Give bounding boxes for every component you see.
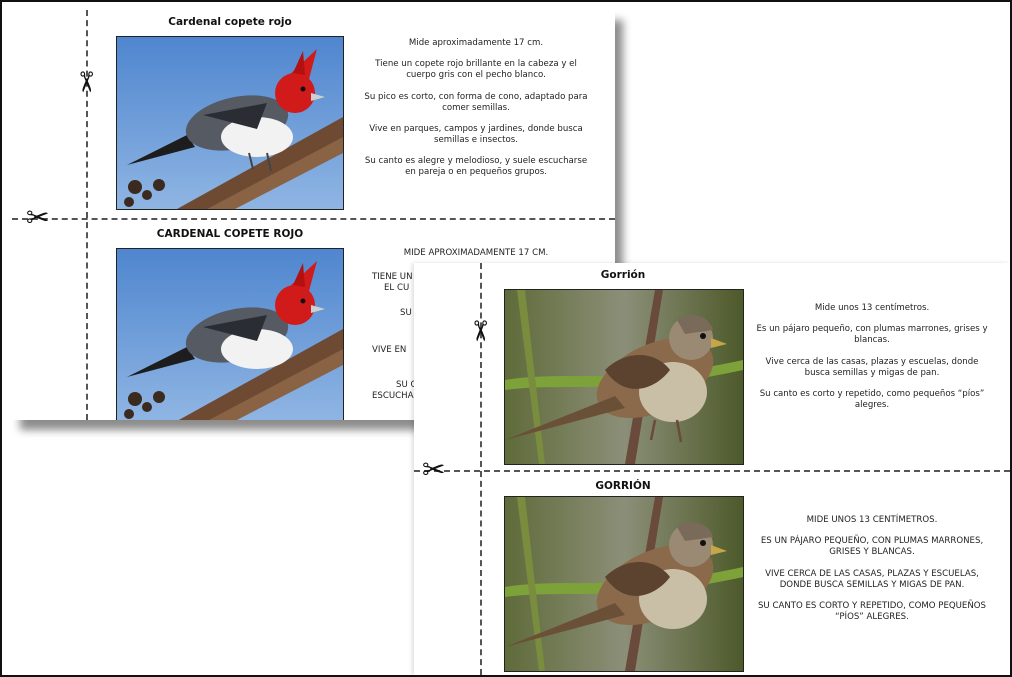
scissors-icon: ✂ bbox=[69, 70, 103, 94]
card-line: Vive cerca de las casas, plazas y escuel… bbox=[765, 356, 979, 378]
sparrow-photo bbox=[504, 289, 744, 465]
card-line: Su canto es corto y repetido, como peque… bbox=[759, 388, 985, 411]
card-title: Gorrión bbox=[600, 269, 646, 281]
card-text: Mide unos 13 centímetros. Es un pájaro p… bbox=[756, 303, 988, 421]
scissors-icon: ✂ bbox=[422, 453, 446, 486]
card-line: SU CANTO ES CORTO Y REPETIDO, COMO PEQUE… bbox=[757, 600, 987, 623]
card-line: Su canto es alegre y melodioso, y suele … bbox=[364, 156, 588, 178]
card-text: MIDE UNOS 13 CENTÍMETROS. ES UN PÁJARO P… bbox=[756, 515, 988, 633]
scissors-icon: ✂ bbox=[463, 319, 497, 343]
card-line: ES UN PÁJARO PEQUEÑO, CON PLUMAS MARRONE… bbox=[760, 536, 984, 558]
card-line: Su pico es corto, con forma de cono, ada… bbox=[364, 91, 588, 113]
card-line: Tiene un copete rojo brillante en la cab… bbox=[375, 59, 577, 81]
card-title: CARDENAL COPETE ROJO bbox=[156, 228, 304, 240]
scissors-icon: ✂ bbox=[26, 201, 50, 234]
card-title: GORRIÓN bbox=[595, 480, 651, 492]
card-title: Cardenal copete rojo bbox=[168, 16, 292, 28]
card-line: Es un pájaro pequeño, con plumas marrone… bbox=[756, 324, 988, 346]
horizontal-cut-line bbox=[12, 218, 615, 220]
cardinal-photo bbox=[116, 248, 344, 420]
card-line: Mide aproximadamente 17 cm. bbox=[408, 38, 544, 48]
card-line: VIVE CERCA DE LAS CASAS, PLAZAS Y ESCUEL… bbox=[765, 568, 979, 590]
card-text: Mide aproximadamente 17 cm. Tiene un cop… bbox=[362, 38, 590, 189]
card-line: MIDE UNOS 13 CENTÍMETROS. bbox=[806, 515, 938, 525]
cardinal-photo bbox=[116, 36, 344, 210]
sparrow-photo bbox=[504, 496, 744, 672]
sparrow-sheet: ✂ ✂ Gorrión Mide unos 13 centímetros. Es… bbox=[414, 263, 1010, 675]
document-frame: ✂ ✂ Cardenal copete rojo Mide aproximada… bbox=[0, 0, 1012, 677]
card-line: MIDE APROXIMADAMENTE 17 CM. bbox=[403, 248, 549, 258]
horizontal-cut-line bbox=[414, 470, 1010, 472]
card-line: Mide unos 13 centímetros. bbox=[814, 303, 930, 313]
card-line: Vive en parques, campos y jardines, dond… bbox=[369, 123, 583, 146]
